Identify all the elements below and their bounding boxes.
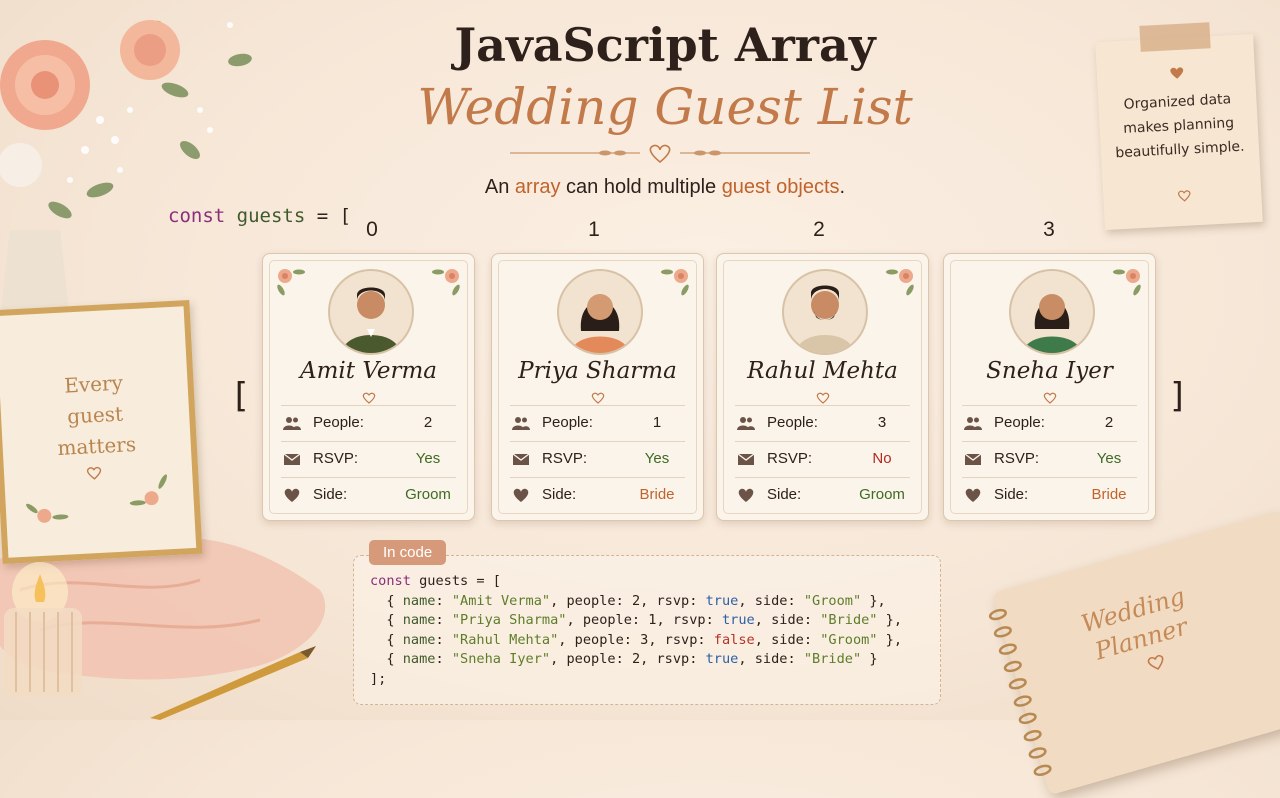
gold-pen-decoration	[150, 646, 316, 720]
subtitle: An array can hold multiple guest objects…	[484, 176, 846, 198]
open-bracket: [	[230, 376, 251, 416]
array-index-3: 3	[1043, 218, 1055, 241]
avatar	[328, 269, 414, 355]
rsvp-row: RSVP: Yes	[283, 449, 454, 469]
avatar	[557, 269, 643, 355]
flower-icon	[277, 269, 305, 296]
guest-name: Rahul Mehta	[747, 358, 898, 384]
rsvp-row: RSVP: Yes	[964, 449, 1135, 469]
flower-icon	[26, 503, 69, 523]
spiral-binding	[988, 608, 1052, 776]
close-bracket: ]	[1168, 376, 1189, 416]
array-index-1: 1	[588, 218, 600, 241]
wedding-planner-notebook: Wedding Planner	[988, 510, 1280, 796]
people-icon	[512, 417, 530, 430]
people-icon	[283, 417, 301, 430]
people-icon	[964, 417, 982, 430]
highlight-array: array	[514, 176, 561, 198]
envelope-icon	[964, 453, 982, 465]
rsvp-row: RSVP: No	[737, 449, 908, 469]
heart-icon	[1178, 190, 1191, 202]
heart-icon	[86, 466, 102, 480]
envelope-icon	[283, 453, 301, 465]
guest-name: Amit Verma	[300, 358, 437, 384]
note-text: Organized data makes planning beautifull…	[1114, 91, 1245, 162]
flower-icon	[661, 269, 689, 296]
heart-icon	[1170, 67, 1184, 79]
flower-icon	[432, 269, 460, 296]
code-snippet: const guests = [ { name: "Amit Verma", p…	[370, 573, 903, 687]
heart-icon	[362, 392, 376, 404]
in-code-tag: In code	[369, 540, 447, 565]
side-row: Side: Groom	[737, 485, 908, 505]
heart-icon	[1043, 392, 1057, 404]
array-index-0: 0	[366, 218, 378, 241]
guest-card-1[interactable]: Priya Sharma People: 1 RSVP: Yes Side: Brid…	[491, 253, 704, 521]
tape-decoration	[1139, 22, 1211, 52]
envelope-icon	[737, 453, 755, 465]
guest-card-0[interactable]: Amit Verma People: 2 RSVP: Yes Side: Groom	[262, 253, 475, 521]
side-row: Side: Groom	[283, 485, 454, 505]
page-title: JavaScript Array	[454, 18, 876, 72]
page-subtitle-script: Wedding Guest List	[417, 78, 913, 136]
people-row: People: 2	[964, 413, 1135, 433]
flower-icon	[1113, 269, 1141, 296]
heart-icon	[284, 488, 300, 502]
guest-card-3[interactable]: Sneha Iyer People: 2 RSVP: Yes Side: Bride	[943, 253, 1156, 521]
heart-icon	[513, 488, 529, 502]
frame-text: Every guest matters	[56, 370, 137, 461]
side-row: Side: Bride	[964, 485, 1135, 505]
code-declaration: const guests = [	[168, 205, 352, 227]
flower-icon	[886, 269, 914, 296]
heart-divider	[510, 144, 810, 164]
heart-icon	[591, 392, 605, 404]
people-row: People: 1	[512, 413, 683, 433]
highlight-guest-objects: guest objects	[721, 176, 840, 198]
heart-icon	[965, 488, 981, 502]
array-index-2: 2	[813, 218, 825, 241]
guest-name: Priya Sharma	[518, 358, 677, 384]
people-icon	[737, 417, 755, 430]
avatar	[1009, 269, 1095, 355]
heart-icon	[1147, 654, 1164, 670]
sticky-note: Organized data makes planning beautifull…	[1095, 22, 1263, 231]
side-row: Side: Bride	[512, 485, 683, 505]
rsvp-row: RSVP: Yes	[512, 449, 683, 469]
envelope-icon	[512, 453, 530, 465]
people-row: People: 3	[737, 413, 908, 433]
every-guest-frame: Every guest matters	[0, 299, 203, 565]
guest-name: Sneha Iyer	[986, 358, 1113, 384]
heart-icon	[738, 488, 754, 502]
candle-decoration	[4, 562, 82, 696]
heart-icon	[816, 392, 830, 404]
people-row: People: 2	[283, 413, 454, 433]
flower-icon	[129, 474, 167, 506]
avatar	[782, 269, 868, 355]
planner-title: Wedding Planner	[1078, 582, 1191, 666]
guest-card-2[interactable]: Rahul Mehta People: 3 RSVP: No Side: Groom	[716, 253, 929, 521]
